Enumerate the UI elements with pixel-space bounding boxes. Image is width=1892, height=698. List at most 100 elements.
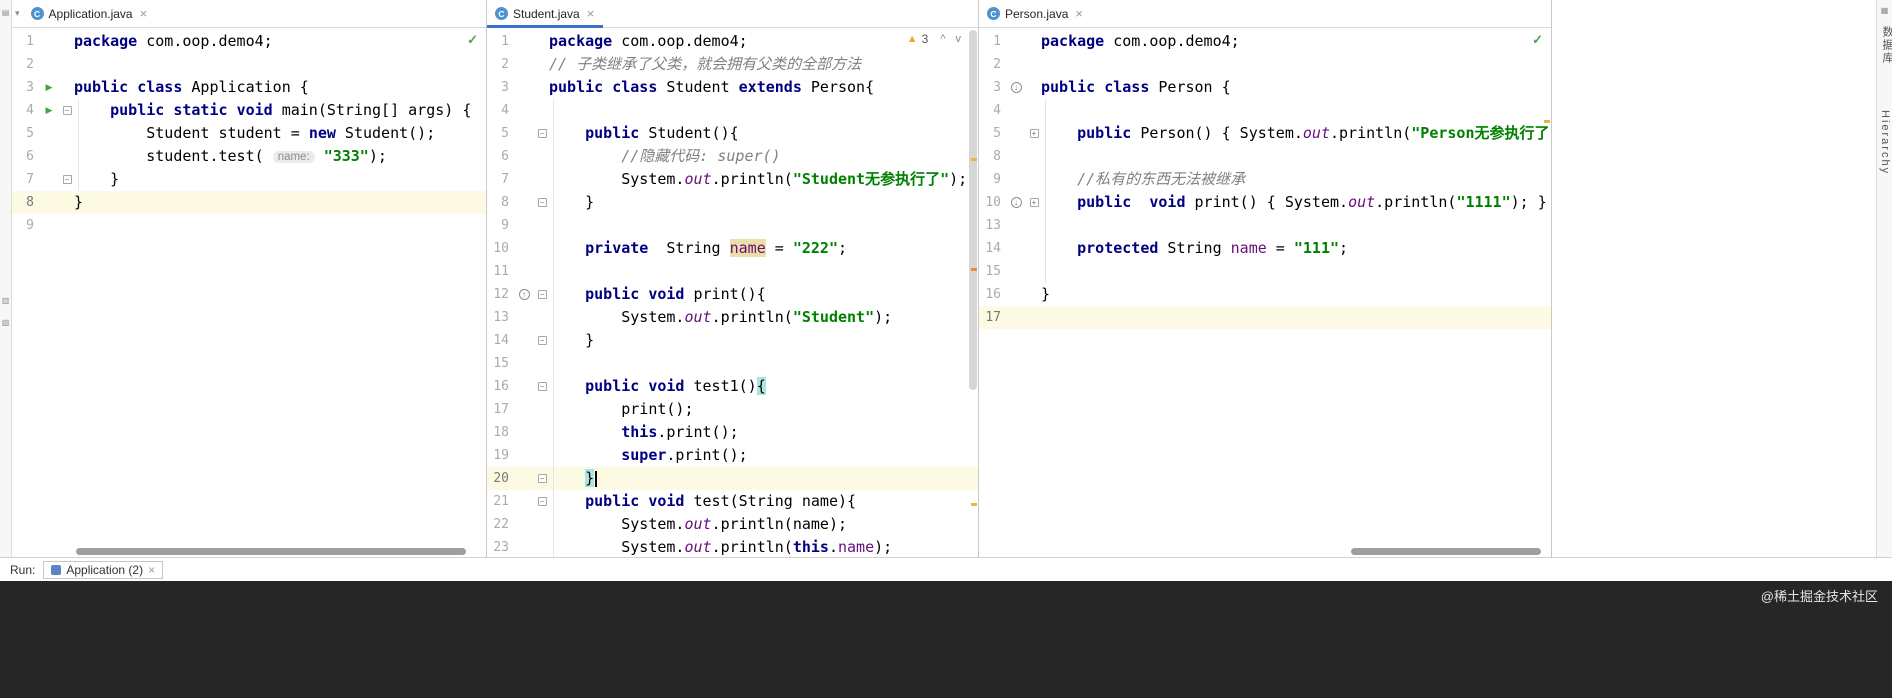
- warning-stripe-mark[interactable]: [1544, 120, 1550, 123]
- close-icon[interactable]: ×: [148, 563, 155, 577]
- fold-icon[interactable]: −: [62, 175, 72, 184]
- code-line[interactable]: 18 this.print();: [487, 421, 978, 444]
- line-number[interactable]: 3: [487, 76, 513, 99]
- line-number[interactable]: 2: [12, 53, 38, 76]
- code-line[interactable]: 3 ↓ public class Person {: [979, 76, 1551, 99]
- line-number[interactable]: 13: [979, 214, 1005, 237]
- structure-toolwindow-icon[interactable]: ▥: [0, 296, 11, 305]
- code-line[interactable]: 16}: [979, 283, 1551, 306]
- code-line[interactable]: 17: [979, 306, 1551, 329]
- line-number[interactable]: 11: [487, 260, 513, 283]
- code-line[interactable]: 6 student.test( name: "333");: [12, 145, 486, 168]
- code-line[interactable]: 2 // 子类继承了父类，就会拥有父类的全部方法: [487, 53, 978, 76]
- line-number[interactable]: 21: [487, 490, 513, 513]
- line-number[interactable]: 1: [487, 30, 513, 53]
- line-number[interactable]: 23: [487, 536, 513, 557]
- code-line[interactable]: 8}: [12, 191, 486, 214]
- fold-icon[interactable]: −: [537, 198, 547, 207]
- inspections-widget[interactable]: ▲ 3 ^ v: [907, 32, 964, 46]
- code-line[interactable]: 5 Student student = new Student();: [12, 122, 486, 145]
- line-number[interactable]: 16: [979, 283, 1005, 306]
- line-number[interactable]: 16: [487, 375, 513, 398]
- line-number[interactable]: 6: [487, 145, 513, 168]
- close-icon[interactable]: ×: [140, 7, 148, 20]
- code-editor[interactable]: 1 package com.oop.demo4; 2 // 子类继承了父类，就会拥有父…: [487, 28, 978, 557]
- project-toolwindow-icon[interactable]: ▤: [0, 8, 11, 17]
- tab-person-java[interactable]: C Person.java ×: [979, 0, 1092, 27]
- fold-icon[interactable]: −: [62, 106, 72, 115]
- warning-stripe-mark[interactable]: [971, 503, 977, 506]
- line-number[interactable]: 10: [979, 191, 1005, 214]
- hierarchy-toolwindow-button[interactable]: Hierarchy: [1879, 110, 1891, 175]
- line-number[interactable]: 5: [979, 122, 1005, 145]
- fold-icon[interactable]: +: [1029, 198, 1039, 207]
- fold-icon[interactable]: −: [537, 474, 547, 483]
- code-line[interactable]: 23 System.out.println(this.name);: [487, 536, 978, 557]
- code-line[interactable]: 11: [487, 260, 978, 283]
- inspections-ok-icon[interactable]: ✓: [467, 32, 478, 48]
- close-icon[interactable]: ×: [587, 7, 595, 20]
- code-line[interactable]: 3 public class Student extends Person{: [487, 76, 978, 99]
- database-toolwindow-button[interactable]: 数据库: [1879, 26, 1892, 65]
- code-line[interactable]: 16 − public void test1(){: [487, 375, 978, 398]
- code-line[interactable]: 3 ▶ public class Application {: [12, 76, 486, 99]
- code-line[interactable]: 12 ↑ − public void print(){: [487, 283, 978, 306]
- line-number[interactable]: 3: [12, 76, 38, 99]
- line-number[interactable]: 13: [487, 306, 513, 329]
- tab-application-java[interactable]: C Application.java ×: [23, 0, 157, 27]
- line-number[interactable]: 8: [487, 191, 513, 214]
- line-number[interactable]: 14: [979, 237, 1005, 260]
- fold-icon[interactable]: −: [537, 290, 547, 299]
- code-line[interactable]: 10 ↓ + public void print() { System.out.pr…: [979, 191, 1551, 214]
- line-number[interactable]: 7: [12, 168, 38, 191]
- code-line[interactable]: 14 − }: [487, 329, 978, 352]
- line-number[interactable]: 9: [979, 168, 1005, 191]
- code-line[interactable]: 13 System.out.println("Student");: [487, 306, 978, 329]
- horizontal-scrollbar[interactable]: [1351, 548, 1541, 555]
- code-line[interactable]: 13: [979, 214, 1551, 237]
- code-line[interactable]: 8 − }: [487, 191, 978, 214]
- line-number[interactable]: 10: [487, 237, 513, 260]
- code-line[interactable]: 19 super.print();: [487, 444, 978, 467]
- overrides-icon[interactable]: ↑: [518, 289, 530, 300]
- fold-icon[interactable]: +: [1029, 129, 1039, 138]
- code-line[interactable]: 6 //隐藏代码: super(): [487, 145, 978, 168]
- code-line[interactable]: 1 package com.oop.demo4;: [979, 30, 1551, 53]
- toolwindow-icon[interactable]: ▦: [1877, 6, 1892, 15]
- code-line[interactable]: 17 print();: [487, 398, 978, 421]
- editor-options-icon[interactable]: ▾: [15, 8, 20, 19]
- line-number[interactable]: 14: [487, 329, 513, 352]
- line-number[interactable]: 7: [487, 168, 513, 191]
- line-number[interactable]: 22: [487, 513, 513, 536]
- code-line[interactable]: 1 package com.oop.demo4;: [12, 30, 486, 53]
- line-number[interactable]: 3: [979, 76, 1005, 99]
- fold-icon[interactable]: −: [537, 382, 547, 391]
- fold-icon[interactable]: −: [537, 336, 547, 345]
- code-line[interactable]: 14 protected String name = "111";: [979, 237, 1551, 260]
- line-number[interactable]: 4: [487, 99, 513, 122]
- code-line[interactable]: 10 private String name = "222";: [487, 237, 978, 260]
- run-icon[interactable]: ▶: [46, 82, 53, 93]
- line-number[interactable]: 15: [487, 352, 513, 375]
- code-line[interactable]: 7 System.out.println("Student无参执行了");: [487, 168, 978, 191]
- fold-icon[interactable]: −: [537, 497, 547, 506]
- line-number[interactable]: 6: [12, 145, 38, 168]
- code-line[interactable]: 4: [979, 99, 1551, 122]
- line-number[interactable]: 2: [487, 53, 513, 76]
- code-line[interactable]: 15: [979, 260, 1551, 283]
- run-tab-application[interactable]: Application (2) ×: [43, 560, 164, 579]
- code-line[interactable]: 8: [979, 145, 1551, 168]
- next-warning-icon[interactable]: v: [953, 33, 965, 45]
- warning-stripe-mark[interactable]: [971, 268, 977, 271]
- code-line[interactable]: 9: [12, 214, 486, 237]
- line-number[interactable]: 4: [979, 99, 1005, 122]
- fold-icon[interactable]: −: [537, 129, 547, 138]
- horizontal-scrollbar[interactable]: [76, 548, 466, 555]
- code-line[interactable]: 20 − }: [487, 467, 978, 490]
- code-line[interactable]: 9 //私有的东西无法被继承: [979, 168, 1551, 191]
- line-number[interactable]: 18: [487, 421, 513, 444]
- inspections-ok-icon[interactable]: ✓: [1532, 32, 1543, 48]
- code-line[interactable]: 15: [487, 352, 978, 375]
- overridden-icon[interactable]: ↓: [1010, 197, 1022, 208]
- line-number[interactable]: 17: [487, 398, 513, 421]
